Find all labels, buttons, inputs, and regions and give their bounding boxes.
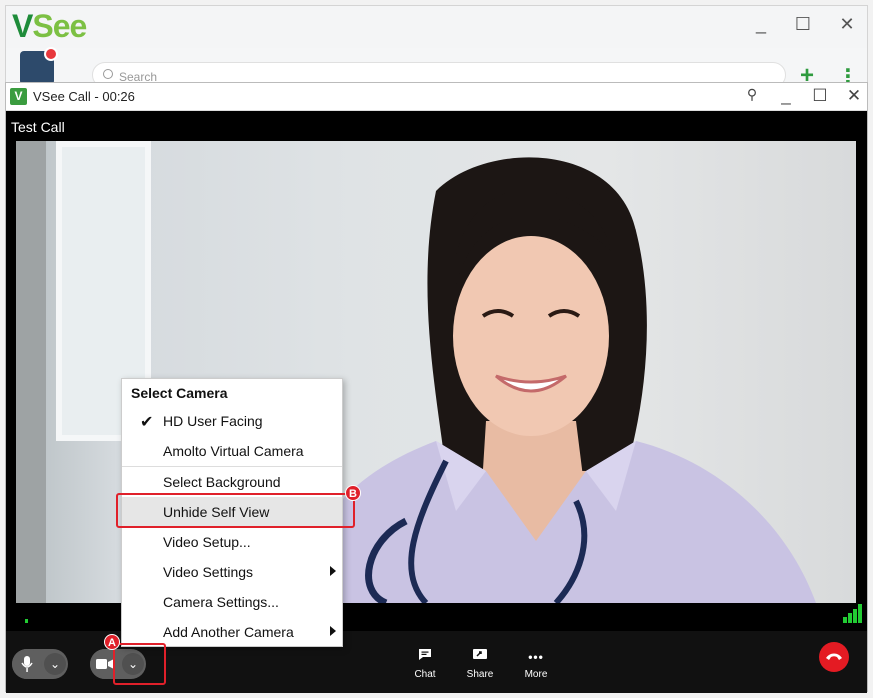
- notification-dot: [44, 47, 58, 61]
- hang-up-icon: [826, 653, 842, 660]
- chat-button[interactable]: Chat: [405, 648, 445, 680]
- vsee-app-icon: V: [10, 88, 27, 105]
- video-camera-icon: [96, 659, 114, 669]
- audio-level-indicator: [25, 619, 28, 623]
- annotation-badge-a: A: [104, 634, 120, 650]
- vsee-main-window: VSee _ ☐ ✕ Search + ⋮: [5, 5, 868, 89]
- chevron-down-icon: ⌄: [49, 657, 61, 671]
- contacts-icon[interactable]: [20, 47, 58, 85]
- call-close-button[interactable]: ✕: [842, 86, 866, 106]
- mic-options-button[interactable]: ⌄: [44, 653, 66, 675]
- more-dots-icon: •••: [528, 650, 544, 664]
- call-name-label: Test Call: [11, 119, 65, 135]
- submenu-arrow-icon: [330, 626, 336, 636]
- menu-header: Select Camera: [131, 385, 228, 401]
- submenu-arrow-icon: [330, 566, 336, 576]
- call-minimize-button[interactable]: _: [774, 86, 798, 106]
- maximize-button[interactable]: ☐: [788, 14, 818, 35]
- menu-item-amolto-virtual-camera[interactable]: Amolto Virtual Camera: [122, 436, 342, 466]
- mic-button[interactable]: [12, 649, 42, 679]
- share-button[interactable]: Share: [460, 648, 500, 680]
- checkmark-icon: ✔: [140, 414, 154, 431]
- share-screen-icon: [473, 649, 487, 659]
- end-call-button[interactable]: [819, 642, 849, 672]
- menu-item-video-settings[interactable]: Video Settings: [122, 557, 342, 587]
- annotation-badge-b: B: [345, 485, 361, 501]
- chat-label: Chat: [414, 669, 436, 680]
- main-titlebar: VSee _ ☐ ✕: [6, 6, 867, 48]
- call-title: VSee Call - 00:26: [33, 89, 135, 104]
- annotation-box-b: [116, 493, 355, 528]
- call-maximize-button[interactable]: ☐: [808, 86, 832, 106]
- more-button[interactable]: ••• More: [516, 648, 556, 680]
- vsee-logo: VSee: [12, 8, 87, 44]
- chat-icon: [419, 649, 431, 660]
- minimize-button[interactable]: _: [746, 14, 776, 35]
- search-icon: [103, 69, 113, 79]
- annotation-box-a: [113, 643, 166, 685]
- pin-icon[interactable]: ⚲: [740, 86, 764, 103]
- close-button[interactable]: ✕: [832, 14, 862, 35]
- share-label: Share: [466, 669, 494, 680]
- menu-item-camera-settings[interactable]: Camera Settings...: [122, 587, 342, 617]
- more-label: More: [524, 669, 548, 680]
- menu-item-hd-user-facing[interactable]: ✔ HD User Facing: [122, 406, 342, 436]
- menu-item-video-setup[interactable]: Video Setup...: [122, 527, 342, 557]
- microphone-icon: [21, 656, 33, 672]
- signal-strength-icon: [843, 603, 863, 623]
- call-titlebar: V VSee Call - 00:26 ⚲ _ ☐ ✕: [6, 83, 867, 111]
